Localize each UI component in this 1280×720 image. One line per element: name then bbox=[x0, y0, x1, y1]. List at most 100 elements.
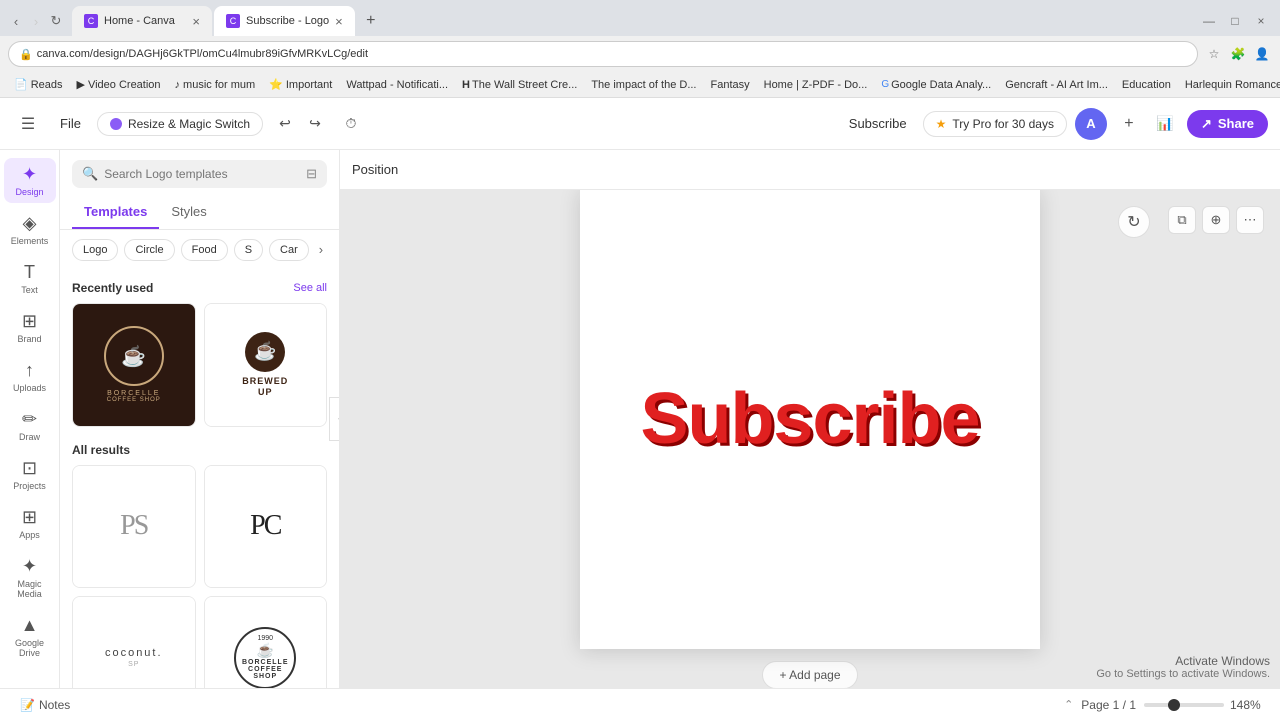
text-icon: T bbox=[24, 262, 35, 283]
sidebar-item-draw[interactable]: ✏ Draw bbox=[4, 403, 56, 448]
magic-switch-btn[interactable]: Resize & Magic Switch bbox=[97, 112, 263, 136]
template-thumb-coconut[interactable]: coconut. SP bbox=[72, 596, 196, 688]
filter-icon[interactable]: ⊟ bbox=[306, 166, 317, 182]
draw-icon: ✏ bbox=[22, 409, 37, 430]
bookmark-star-icon[interactable]: ☆ bbox=[1204, 44, 1224, 64]
refresh-canvas-btn[interactable]: ↻ bbox=[1118, 206, 1150, 238]
sidebar-item-google-drive[interactable]: ▲ Google Drive bbox=[4, 609, 56, 664]
chip-more[interactable]: › bbox=[315, 238, 327, 261]
refresh-btn[interactable]: ↻ bbox=[48, 13, 64, 29]
chip-logo[interactable]: Logo bbox=[72, 239, 118, 261]
text-label: Text bbox=[21, 285, 38, 295]
extension-icon[interactable]: 🧩 bbox=[1228, 44, 1248, 64]
sidebar-item-projects[interactable]: ⊡ Projects bbox=[4, 452, 56, 497]
template-thumb-brewed[interactable]: ☕ BREWEDUP bbox=[204, 303, 328, 427]
chevron-up-icon[interactable]: ⌃ bbox=[1064, 698, 1073, 711]
minimize-btn[interactable]: — bbox=[1198, 10, 1220, 32]
new-tab-btn[interactable]: + bbox=[357, 7, 385, 35]
sidebar-item-brand[interactable]: ⊞ Brand bbox=[4, 305, 56, 350]
template-thumb-borcelle2[interactable]: 1990 ☕ BORCELLECOFFEE SHOP bbox=[204, 596, 328, 688]
chip-circle[interactable]: Circle bbox=[124, 239, 174, 261]
maximize-btn[interactable]: □ bbox=[1224, 10, 1246, 32]
chip-car[interactable]: Car bbox=[269, 239, 309, 261]
search-input[interactable] bbox=[104, 167, 300, 181]
canvas-scroll[interactable]: ⧉ ⊕ ⋯ ↻ Subscribe + Add page bbox=[340, 190, 1280, 688]
zoom-slider[interactable] bbox=[1144, 703, 1224, 707]
bookmark-gencraft[interactable]: Gencraft - AI Art Im... bbox=[999, 77, 1114, 93]
title-bar: ‹ › ↻ C Home - Canva × C Subscribe - Log… bbox=[0, 0, 1280, 36]
user-avatar[interactable]: A bbox=[1075, 108, 1107, 140]
music-icon: ♪ bbox=[175, 79, 181, 91]
sidebar-item-uploads[interactable]: ↑ Uploads bbox=[4, 354, 56, 399]
tab-styles[interactable]: Styles bbox=[159, 196, 218, 229]
notes-btn[interactable]: 📝 Notes bbox=[12, 696, 78, 714]
duplicate-canvas-btn[interactable]: ⊕ bbox=[1202, 206, 1230, 234]
pro-star-icon: ★ bbox=[936, 117, 947, 131]
hamburger-menu[interactable]: ☰ bbox=[12, 108, 44, 140]
forward-btn[interactable]: › bbox=[28, 13, 44, 29]
back-btn[interactable]: ‹ bbox=[8, 13, 24, 29]
more-canvas-btn[interactable]: ⋯ bbox=[1236, 206, 1264, 234]
bookmark-reads[interactable]: 📄Reads bbox=[8, 76, 69, 93]
bookmark-wattpad[interactable]: Wattpad - Notificati... bbox=[340, 77, 454, 93]
bookmark-harlequin[interactable]: Harlequin Romance... bbox=[1179, 77, 1280, 93]
panel-collapse-btn[interactable]: ‹ bbox=[329, 397, 340, 441]
sidebar-item-elements[interactable]: ◈ Elements bbox=[4, 207, 56, 252]
borcelle2-outer: 1990 ☕ BORCELLECOFFEE SHOP bbox=[234, 627, 296, 688]
canvas-wrapper: Subscribe + Add page bbox=[580, 190, 1040, 688]
browser-tab-subscribe[interactable]: C Subscribe - Logo × bbox=[214, 6, 355, 36]
sidebar-item-design[interactable]: ✦ Design bbox=[4, 158, 56, 203]
bookmark-video[interactable]: ▶Video Creation bbox=[71, 76, 167, 93]
add-collaborator-btn[interactable]: + bbox=[1115, 110, 1143, 138]
address-box[interactable]: 🔒 canva.com/design/DAGHj6GkTPl/omCu4lmub… bbox=[8, 41, 1198, 67]
home-tab-close[interactable]: × bbox=[192, 14, 200, 29]
window-controls: — □ × bbox=[1198, 10, 1272, 32]
bookmark-impact[interactable]: The impact of the D... bbox=[585, 77, 702, 93]
bookmark-google-data[interactable]: GGoogle Data Analy... bbox=[875, 77, 997, 93]
coconut-text: coconut. bbox=[105, 647, 163, 659]
bookmark-important[interactable]: ⭐Important bbox=[263, 76, 338, 93]
canvas-page[interactable]: Subscribe bbox=[580, 190, 1040, 649]
toolbar-right: Subscribe ★ Try Pro for 30 days A + 📊 ↗ … bbox=[841, 108, 1268, 140]
try-pro-btn[interactable]: ★ Try Pro for 30 days bbox=[923, 111, 1067, 137]
undo-btn[interactable]: ↩ bbox=[271, 110, 299, 138]
subscribe-nav-link[interactable]: Subscribe bbox=[841, 112, 915, 135]
magic-media-icon: ✦ bbox=[22, 556, 37, 577]
redo-btn[interactable]: ↪ bbox=[301, 110, 329, 138]
share-icon: ↗ bbox=[1201, 116, 1212, 132]
try-pro-label: Try Pro for 30 days bbox=[952, 117, 1054, 131]
subscribe-tab-close[interactable]: × bbox=[335, 14, 343, 29]
add-page-btn[interactable]: + Add page bbox=[762, 661, 857, 688]
chip-food[interactable]: Food bbox=[181, 239, 228, 261]
bookmark-fantasy[interactable]: Fantasy bbox=[704, 77, 755, 93]
sidebar-item-text[interactable]: T Text bbox=[4, 256, 56, 301]
see-all-link[interactable]: See all bbox=[293, 282, 327, 294]
copy-canvas-btn[interactable]: ⧉ bbox=[1168, 206, 1196, 234]
profile-icon[interactable]: 👤 bbox=[1252, 44, 1272, 64]
bookmark-education[interactable]: Education bbox=[1116, 77, 1177, 93]
coconut-container: coconut. SP bbox=[105, 647, 163, 668]
browser-tab-home[interactable]: C Home - Canva × bbox=[72, 6, 212, 36]
bookmark-zpdf[interactable]: Home | Z-PDF - Do... bbox=[758, 77, 874, 93]
bottom-bar: 📝 Notes ⌃ Page 1 / 1 148% bbox=[0, 688, 1280, 720]
reads-icon: 📄 bbox=[14, 78, 28, 91]
tab-templates[interactable]: Templates bbox=[72, 196, 159, 229]
analytics-btn[interactable]: 📊 bbox=[1151, 110, 1179, 138]
uploads-label: Uploads bbox=[13, 383, 46, 393]
share-btn[interactable]: ↗ Share bbox=[1187, 110, 1268, 138]
schedule-btn[interactable]: ⏱ bbox=[337, 110, 365, 138]
notes-icon: 📝 bbox=[20, 698, 35, 712]
bookmark-music[interactable]: ♪music for mum bbox=[169, 77, 262, 93]
sidebar-item-apps[interactable]: ⊞ Apps bbox=[4, 501, 56, 546]
sidebar-item-magic-media[interactable]: ✦ Magic Media bbox=[4, 550, 56, 605]
bookmark-wallstreet[interactable]: HThe Wall Street Cre... bbox=[456, 77, 583, 93]
search-icon: 🔍 bbox=[82, 166, 98, 182]
subscribe-text: Subscribe bbox=[640, 378, 979, 460]
template-thumb-ps[interactable]: PS bbox=[72, 465, 196, 589]
template-thumb-borcelle[interactable]: ☕ BORCELLE COFFEE SHOP bbox=[72, 303, 196, 427]
chip-s[interactable]: S bbox=[234, 239, 263, 261]
canvas-toolbar-label: Position bbox=[352, 162, 398, 177]
file-menu-btn[interactable]: File bbox=[52, 112, 89, 135]
template-thumb-pc[interactable]: PC bbox=[204, 465, 328, 589]
close-btn[interactable]: × bbox=[1250, 10, 1272, 32]
